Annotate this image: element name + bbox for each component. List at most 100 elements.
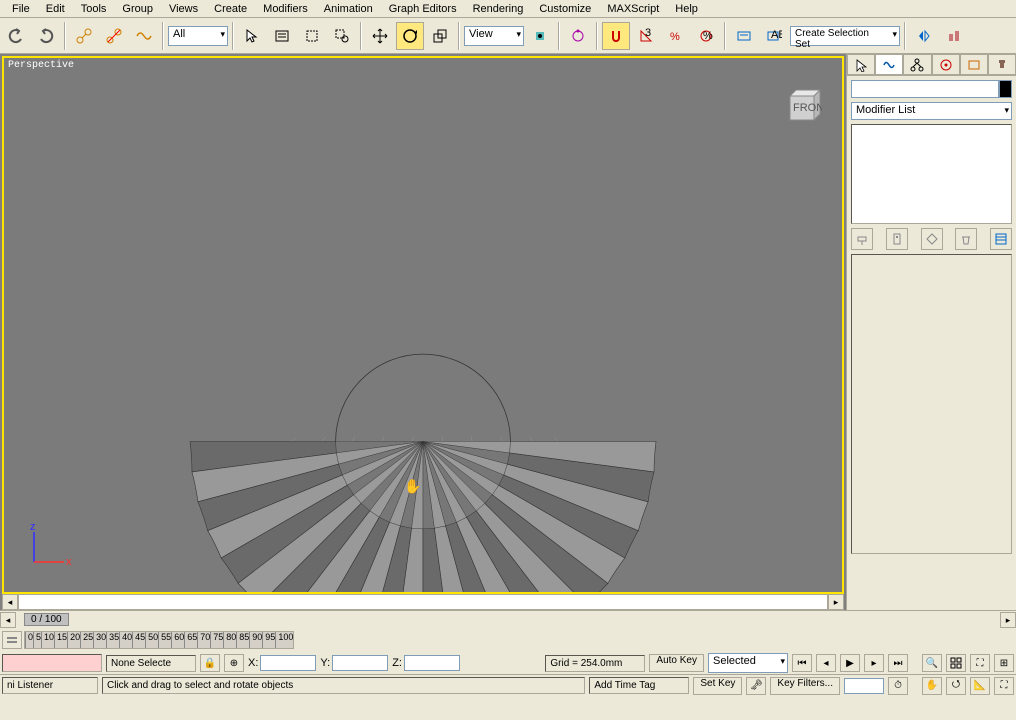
y-coord-input[interactable] bbox=[332, 655, 388, 671]
select-by-name-button[interactable] bbox=[268, 22, 296, 50]
orbit-button[interactable]: ⭯ bbox=[946, 677, 966, 695]
scroll-track[interactable] bbox=[18, 594, 828, 610]
configure-sets-button[interactable] bbox=[990, 228, 1012, 250]
bind-spacewarp-button[interactable] bbox=[130, 22, 158, 50]
align-button[interactable] bbox=[940, 22, 968, 50]
create-selection-set-button[interactable]: ABC bbox=[760, 22, 788, 50]
select-button[interactable] bbox=[238, 22, 266, 50]
select-region-button[interactable] bbox=[298, 22, 326, 50]
pivot-center-button[interactable] bbox=[526, 22, 554, 50]
object-color-swatch[interactable] bbox=[999, 80, 1012, 98]
pan-cursor-icon: ✋ bbox=[404, 478, 421, 495]
menu-graph-editors[interactable]: Graph Editors bbox=[381, 1, 465, 17]
setkey-button[interactable]: Set Key bbox=[693, 677, 742, 695]
time-config-button[interactable]: ⏱ bbox=[888, 677, 908, 695]
viewport-perspective[interactable]: Perspective F bbox=[2, 56, 844, 594]
tab-hierarchy[interactable] bbox=[903, 54, 931, 75]
object-name-input[interactable] bbox=[851, 80, 999, 98]
menu-edit[interactable]: Edit bbox=[38, 1, 73, 17]
redo-button[interactable] bbox=[32, 22, 60, 50]
manipulate-button[interactable] bbox=[564, 22, 592, 50]
frame-indicator[interactable]: 0 / 100 bbox=[24, 613, 69, 626]
menu-modifiers[interactable]: Modifiers bbox=[255, 1, 316, 17]
x-coord-input[interactable] bbox=[260, 655, 316, 671]
link-button[interactable] bbox=[70, 22, 98, 50]
menu-file[interactable]: File bbox=[4, 1, 38, 17]
goto-start-button[interactable]: ⏮ bbox=[792, 654, 812, 672]
edit-selection-sets-button[interactable] bbox=[730, 22, 758, 50]
show-end-result-button[interactable] bbox=[886, 228, 908, 250]
scale-button[interactable] bbox=[426, 22, 454, 50]
keymode-dropdown[interactable]: Selected bbox=[708, 653, 788, 673]
next-frame-button[interactable]: ▸ bbox=[864, 654, 884, 672]
ruler-tick: 85 bbox=[236, 632, 249, 648]
current-frame-input[interactable] bbox=[844, 678, 884, 694]
make-unique-button[interactable] bbox=[921, 228, 943, 250]
zoom-button[interactable]: 🔍 bbox=[922, 654, 942, 672]
zoom-all-button[interactable] bbox=[946, 654, 966, 672]
named-selection-dropdown[interactable]: Create Selection Set bbox=[790, 26, 900, 46]
ref-coord-dropdown[interactable]: View bbox=[464, 26, 524, 46]
menu-help[interactable]: Help bbox=[667, 1, 706, 17]
remove-modifier-button[interactable] bbox=[955, 228, 977, 250]
prev-frame-button[interactable]: ◂ bbox=[816, 654, 836, 672]
listener-label[interactable]: ni Listener bbox=[2, 677, 98, 694]
menu-rendering[interactable]: Rendering bbox=[465, 1, 532, 17]
angle-snap-button[interactable]: 3 bbox=[632, 22, 660, 50]
modifier-list-dropdown[interactable]: Modifier List bbox=[851, 102, 1012, 120]
transform-typein-mode-button[interactable]: ⊕ bbox=[224, 654, 244, 672]
spinner-snap-button[interactable]: % bbox=[692, 22, 720, 50]
zoom-extents-button[interactable]: ⛶ bbox=[970, 654, 990, 672]
menu-maxscript[interactable]: MAXScript bbox=[599, 1, 667, 17]
tab-display[interactable] bbox=[960, 54, 988, 75]
z-coord-input[interactable] bbox=[404, 655, 460, 671]
move-button[interactable] bbox=[366, 22, 394, 50]
ruler-tick: 15 bbox=[54, 632, 67, 648]
snap-toggle-button[interactable] bbox=[602, 22, 630, 50]
unlink-button[interactable] bbox=[100, 22, 128, 50]
tab-motion[interactable] bbox=[932, 54, 960, 75]
undo-button[interactable] bbox=[2, 22, 30, 50]
ruler-tick: 0 bbox=[25, 632, 33, 648]
trackbar-toggle-button[interactable] bbox=[2, 631, 22, 649]
selection-lock-button[interactable]: 🔒 bbox=[200, 654, 220, 672]
fov-button[interactable]: 📐 bbox=[970, 677, 990, 695]
keyfilters-button[interactable]: Key Filters... bbox=[770, 677, 840, 695]
x-label: X: bbox=[248, 657, 258, 669]
tab-modify[interactable] bbox=[875, 54, 903, 75]
scroll-right-icon[interactable]: ▸ bbox=[828, 594, 844, 610]
menu-customize[interactable]: Customize bbox=[531, 1, 599, 17]
pin-stack-button[interactable] bbox=[851, 228, 873, 250]
script-listener-mini[interactable] bbox=[2, 654, 102, 672]
time-tag[interactable]: Add Time Tag bbox=[589, 677, 689, 694]
play-button[interactable]: ▶ bbox=[840, 654, 860, 672]
key-mode-button[interactable]: 🗝 bbox=[746, 677, 766, 695]
timeline-left-icon[interactable]: ◂ bbox=[0, 612, 16, 628]
menu-views[interactable]: Views bbox=[161, 1, 206, 17]
window-crossing-button[interactable] bbox=[328, 22, 356, 50]
viewport-hscroll[interactable]: ◂ ▸ bbox=[2, 594, 844, 610]
scroll-left-icon[interactable]: ◂ bbox=[2, 594, 18, 610]
pan-view-button[interactable]: ✋ bbox=[922, 677, 942, 695]
tab-utilities[interactable] bbox=[988, 54, 1016, 75]
menu-tools[interactable]: Tools bbox=[73, 1, 115, 17]
viewcube[interactable]: FRONT bbox=[782, 88, 822, 128]
tab-create[interactable] bbox=[847, 54, 875, 75]
zoom-extents-all-button[interactable]: ⊞ bbox=[994, 654, 1014, 672]
modifier-stack[interactable] bbox=[851, 124, 1012, 224]
parameters-rollout bbox=[851, 254, 1012, 554]
maximize-viewport-button[interactable]: ⛶ bbox=[994, 677, 1014, 695]
menu-create[interactable]: Create bbox=[206, 1, 255, 17]
selection-filter-dropdown[interactable]: All bbox=[168, 26, 228, 46]
menu-animation[interactable]: Animation bbox=[316, 1, 381, 17]
mirror-button[interactable] bbox=[910, 22, 938, 50]
goto-end-button[interactable]: ⏭ bbox=[888, 654, 908, 672]
percent-snap-button[interactable]: % bbox=[662, 22, 690, 50]
menu-group[interactable]: Group bbox=[114, 1, 161, 17]
autokey-button[interactable]: Auto Key bbox=[649, 654, 704, 672]
time-ruler[interactable]: 0510152025303540455055606570758085909510… bbox=[24, 631, 294, 649]
timeline-right-icon[interactable]: ▸ bbox=[1000, 612, 1016, 628]
rotate-button[interactable] bbox=[396, 22, 424, 50]
ruler-tick: 80 bbox=[223, 632, 236, 648]
prompt-line: Click and drag to select and rotate obje… bbox=[102, 677, 585, 694]
